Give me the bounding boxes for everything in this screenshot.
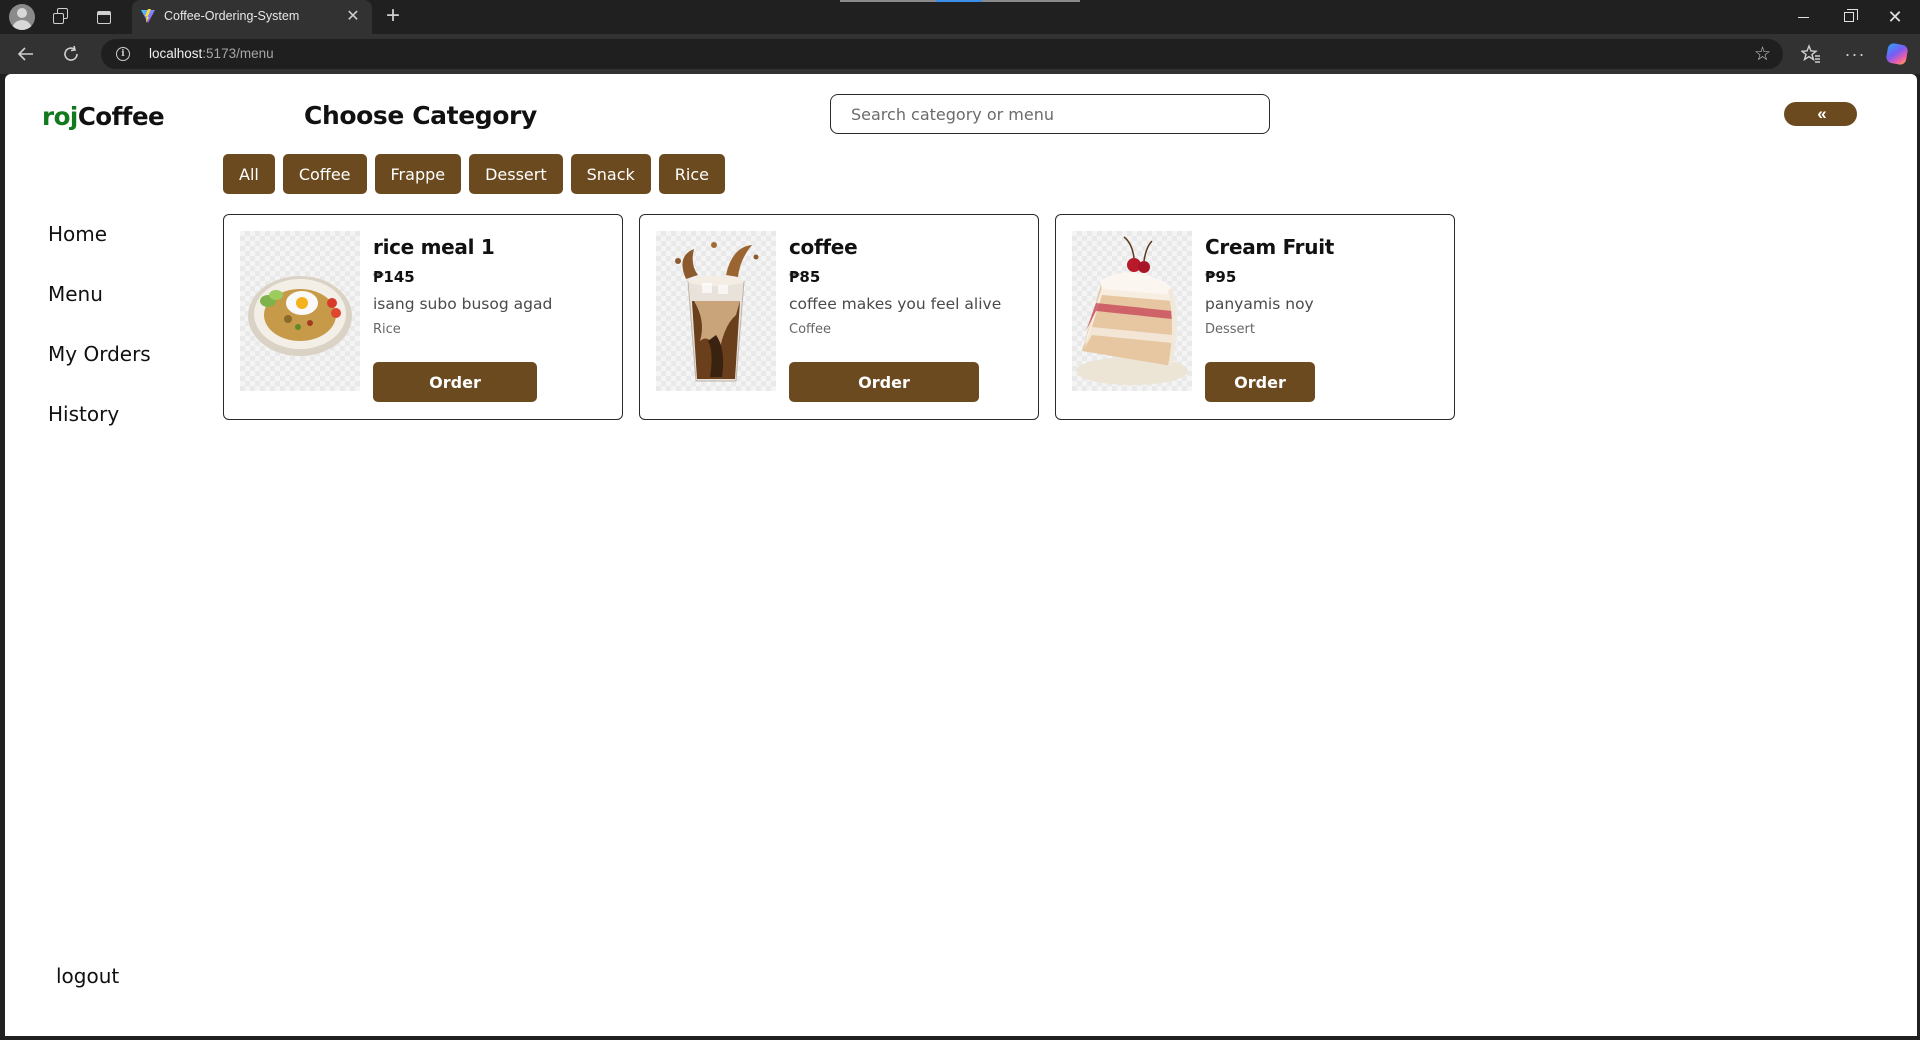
url-text: localhost:5173/menu bbox=[149, 46, 274, 61]
browser-toolbar: i localhost:5173/menu ☆ ··· bbox=[0, 34, 1920, 74]
category-dessert-button[interactable]: Dessert bbox=[469, 154, 563, 194]
browser-tab-active[interactable]: Coffee-Ordering-System ✕ bbox=[132, 0, 372, 34]
logout-link[interactable]: logout bbox=[56, 964, 119, 988]
menu-item-card: rice meal 1 ₱145 isang subo busog agad R… bbox=[223, 214, 623, 420]
menu-item-card: Cream Fruit ₱95 panyamis noy Dessert Ord… bbox=[1055, 214, 1455, 420]
menu-item-name: Cream Fruit bbox=[1205, 235, 1335, 259]
restore-icon[interactable] bbox=[1826, 0, 1872, 34]
browser-tab-bar: Coffee-Ordering-System ✕ + ✕ bbox=[0, 0, 1920, 34]
menu-item-card: coffee ₱85 coffee makes you feel alive C… bbox=[639, 214, 1039, 420]
search-input[interactable] bbox=[830, 94, 1270, 134]
order-button[interactable]: Order bbox=[789, 362, 979, 402]
vite-favicon-icon bbox=[141, 9, 155, 23]
category-filter-bar: All Coffee Frappe Dessert Snack Rice bbox=[223, 154, 725, 194]
menu-item-category: Rice bbox=[373, 322, 401, 337]
more-menu-icon[interactable]: ··· bbox=[1841, 40, 1869, 68]
order-button[interactable]: Order bbox=[1205, 362, 1315, 402]
menu-item-category: Dessert bbox=[1205, 322, 1255, 337]
brand-logo[interactable]: rojCoffee bbox=[42, 102, 165, 131]
menu-item-category: Coffee bbox=[789, 322, 831, 337]
site-info-icon[interactable]: i bbox=[116, 47, 130, 61]
page-viewport: rojCoffee Choose Category « All Coffee F… bbox=[5, 74, 1917, 1036]
category-coffee-button[interactable]: Coffee bbox=[282, 154, 367, 194]
tab-actions-icon[interactable] bbox=[92, 5, 116, 29]
new-tab-icon[interactable]: + bbox=[380, 4, 406, 30]
tab-title: Coffee-Ordering-System bbox=[164, 9, 300, 23]
sidebar-item-home[interactable]: Home bbox=[48, 222, 107, 246]
minimize-icon[interactable] bbox=[1780, 0, 1826, 34]
back-arrow-icon[interactable] bbox=[12, 40, 40, 68]
address-bar[interactable]: i localhost:5173/menu ☆ bbox=[101, 39, 1783, 69]
page-title: Choose Category bbox=[304, 101, 537, 130]
sidebar-item-my-orders[interactable]: My Orders bbox=[48, 342, 151, 366]
workspaces-icon[interactable] bbox=[50, 5, 74, 29]
category-rice-button[interactable]: Rice bbox=[658, 154, 725, 194]
menu-item-price: ₱145 bbox=[373, 268, 415, 286]
menu-item-name: rice meal 1 bbox=[373, 235, 495, 259]
tab-scroll-indicator bbox=[840, 0, 1080, 2]
iced-coffee-image bbox=[656, 231, 776, 391]
favorite-star-icon[interactable]: ☆ bbox=[1754, 43, 1771, 66]
category-all-button[interactable]: All bbox=[223, 154, 275, 194]
category-snack-button[interactable]: Snack bbox=[570, 154, 651, 194]
tab-close-icon[interactable]: ✕ bbox=[342, 5, 364, 27]
collapse-sidebar-button[interactable]: « bbox=[1784, 102, 1857, 126]
cake-slice-image bbox=[1072, 231, 1192, 391]
profile-icon[interactable] bbox=[9, 4, 35, 30]
menu-item-description: panyamis noy bbox=[1205, 295, 1314, 313]
menu-item-price: ₱95 bbox=[1205, 268, 1237, 286]
menu-item-price: ₱85 bbox=[789, 268, 821, 286]
rice-meal-image bbox=[240, 231, 360, 391]
menu-card-list: rice meal 1 ₱145 isang subo busog agad R… bbox=[223, 214, 1455, 420]
reload-icon[interactable] bbox=[57, 40, 85, 68]
menu-item-name: coffee bbox=[789, 235, 858, 259]
sidebar-item-history[interactable]: History bbox=[48, 402, 119, 426]
order-button[interactable]: Order bbox=[373, 362, 537, 402]
menu-item-description: isang subo busog agad bbox=[373, 295, 553, 313]
favorites-icon[interactable] bbox=[1797, 40, 1825, 68]
menu-item-description: coffee makes you feel alive bbox=[789, 295, 1002, 313]
category-frappe-button[interactable]: Frappe bbox=[374, 154, 462, 194]
copilot-icon[interactable] bbox=[1883, 40, 1911, 68]
sidebar-item-menu[interactable]: Menu bbox=[48, 282, 103, 306]
window-close-icon[interactable]: ✕ bbox=[1872, 0, 1918, 34]
